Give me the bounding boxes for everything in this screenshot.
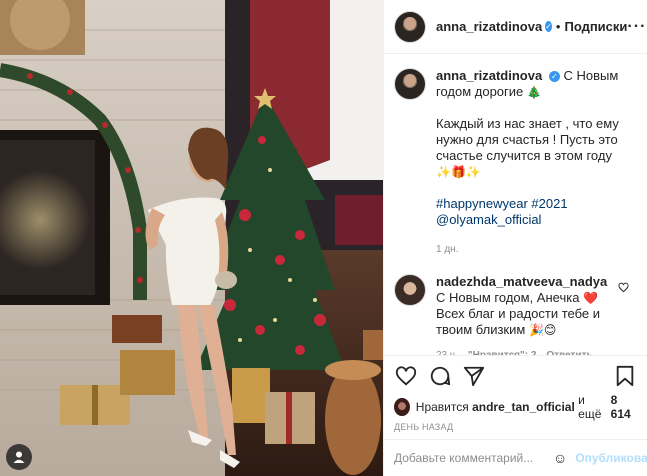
header-separator: • xyxy=(555,19,561,34)
caption-body: anna_rizatdinova ✓ С Новым годом дорогие… xyxy=(436,68,636,258)
author-avatar[interactable] xyxy=(394,10,426,43)
caption-time[interactable]: 1 дн. xyxy=(436,242,636,258)
mention-link[interactable]: @olyamak_official xyxy=(436,212,541,227)
caption-author-avatar[interactable] xyxy=(394,68,426,100)
share-icon[interactable] xyxy=(462,364,486,388)
heart-icon[interactable] xyxy=(394,364,418,388)
comment-body: nadezhda_matveeva_nadya С Новым годом, А… xyxy=(436,274,612,355)
heart-outline-icon xyxy=(618,282,629,293)
heart-emoji-icon: ❤️ xyxy=(583,291,598,305)
comment-item: nadezhda_matveeva_nadya С Новым годом, А… xyxy=(394,274,637,355)
hashtags-link[interactable]: #happynewyear #2021 xyxy=(436,196,568,211)
more-options-icon[interactable]: ··· xyxy=(627,18,646,36)
likes-prefix: Нравится xyxy=(415,400,469,414)
add-comment-bar: ☺ Опубликовать xyxy=(384,439,647,476)
post-date[interactable]: ДЕНЬ НАЗАД xyxy=(384,418,647,436)
reply-button[interactable]: Ответить xyxy=(546,348,592,355)
liker-username[interactable]: andre_tan_official xyxy=(472,400,575,414)
commenter-avatar[interactable] xyxy=(394,274,426,306)
comment-time[interactable]: 23 ч. xyxy=(436,348,458,355)
post-actions xyxy=(384,356,647,396)
following-button[interactable]: Подписки xyxy=(564,19,627,34)
emoji-picker-icon[interactable]: ☺ xyxy=(553,450,567,466)
caption-tags-block: #happynewyear #2021 @olyamak_official xyxy=(436,196,636,228)
caption-verified-icon: ✓ xyxy=(548,71,560,83)
comment-meta: 23 ч. "Нравится": 2 Ответить xyxy=(436,348,612,355)
comment-likes[interactable]: "Нравится": 2 xyxy=(468,348,537,355)
liker-avatar[interactable] xyxy=(394,398,410,416)
publish-button[interactable]: Опубликовать xyxy=(575,451,647,465)
user-icon xyxy=(13,451,25,463)
comment-like-heart-icon[interactable] xyxy=(618,282,629,355)
post-details-panel: anna_rizatdinova ✓ • Подписки ··· anna_r… xyxy=(383,0,647,476)
tagged-user-icon[interactable] xyxy=(6,444,32,470)
caption-paragraph-block: Каждый из нас знает , что ему нужно для … xyxy=(436,116,636,180)
verified-icon: ✓ xyxy=(545,21,552,32)
tree-emoji-icon: 🎄 xyxy=(526,85,542,99)
post-caption: anna_rizatdinova ✓ С Новым годом дорогие… xyxy=(394,68,637,258)
comment-input[interactable] xyxy=(394,451,549,465)
likes-suffix: и ещё xyxy=(578,393,602,421)
caption-username[interactable]: anna_rizatdinova xyxy=(436,68,542,83)
post-header: anna_rizatdinova ✓ • Подписки ··· xyxy=(384,0,647,54)
gift-sparkles-emoji-icon: ✨🎁✨ xyxy=(436,165,481,179)
likes-summary: Нравится andre_tan_official и ещё 8 614 xyxy=(384,393,647,421)
comment-icon[interactable] xyxy=(428,364,452,388)
commenter-username[interactable]: nadezhda_matveeva_nadya xyxy=(436,274,607,289)
comment-text: С Новым годом, Анечка xyxy=(436,290,580,305)
likes-count[interactable]: 8 614 xyxy=(611,393,637,421)
author-username[interactable]: anna_rizatdinova xyxy=(436,19,542,34)
comments-section[interactable]: anna_rizatdinova ✓ С Новым годом дорогие… xyxy=(384,54,647,356)
party-smile-emoji-icon: 🎉😊 xyxy=(528,323,557,337)
post-photo-illustration xyxy=(0,0,383,476)
caption-paragraph: Каждый из нас знает , что ему нужно для … xyxy=(436,116,619,163)
comment-text-2: Всех благ и радости тебе и твоим близким xyxy=(436,306,601,337)
bookmark-icon[interactable] xyxy=(613,364,637,388)
post-photo[interactable] xyxy=(0,0,383,476)
